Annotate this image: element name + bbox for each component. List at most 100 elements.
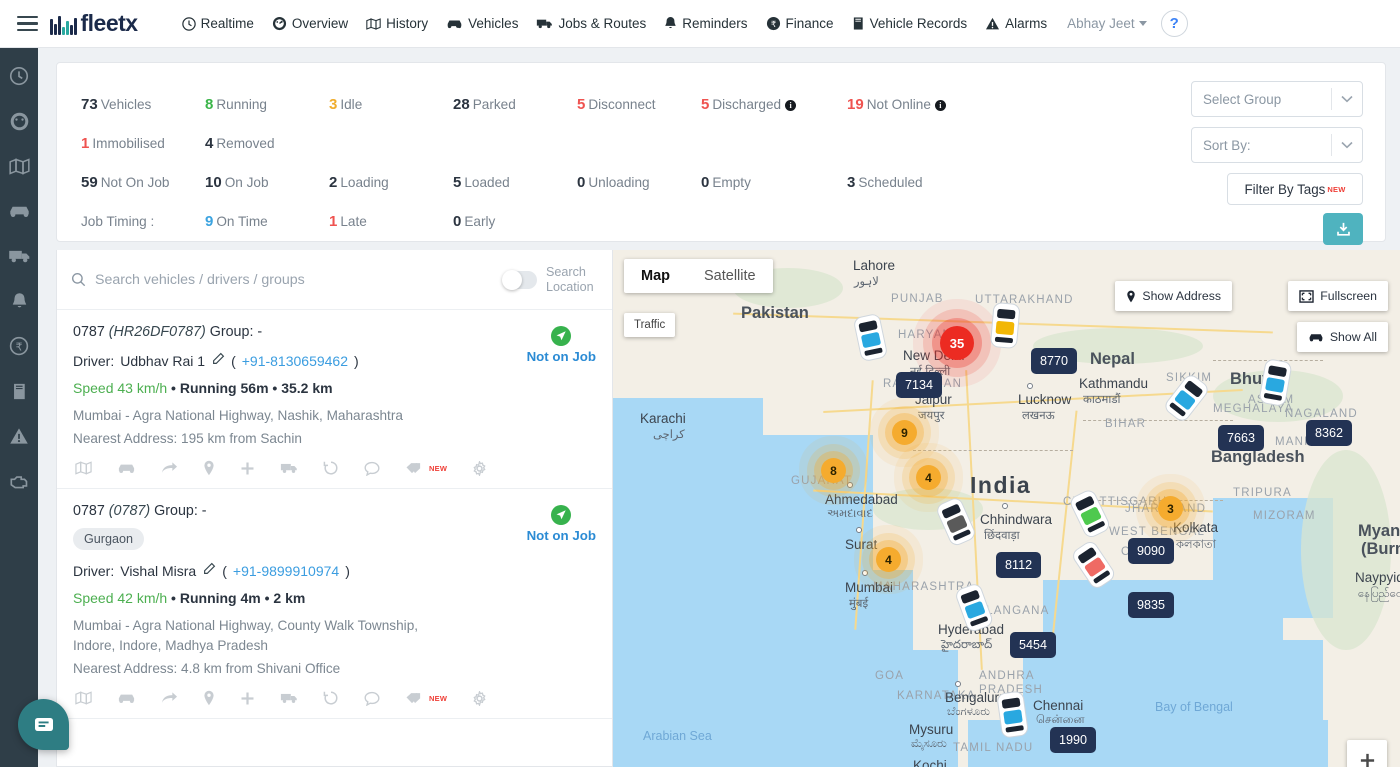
vehicle-list-item[interactable]: 0787 (HR26DF0787) Group: - Driver: Udbha… [57,310,612,489]
nav-item-jobs-routes[interactable]: Jobs & Routes [536,16,646,31]
traffic-button[interactable]: Traffic [624,313,676,337]
map-vehicle-plate[interactable]: 8362 [1306,420,1353,446]
stat-on-job[interactable]: 10 On Job [205,174,329,191]
select-group-dropdown[interactable]: Select Group [1191,81,1363,117]
nav-item-alarms[interactable]: Alarms [985,16,1047,31]
fleet-map[interactable]: Lahore لاہور Pakistan PUNJAB UTTARAKHAND… [613,250,1400,767]
map-type-map[interactable]: Map [624,259,687,293]
map-vehicle-plate[interactable]: 1990 [1050,727,1097,753]
stat-early[interactable]: 0 Early [453,213,577,230]
hamburger-menu-icon[interactable] [8,15,46,32]
stat-empty[interactable]: 0 Empty [701,174,847,191]
map-type-satellite[interactable]: Satellite [687,259,773,293]
map-icon[interactable] [75,691,92,705]
stat-loading[interactable]: 2 Loading [329,174,453,191]
car-icon[interactable] [117,692,136,705]
pin-icon[interactable] [203,460,215,476]
map-vehicle-plate[interactable]: 8770 [1031,348,1078,374]
sidebar-item-finance[interactable]: ₹ [7,334,31,358]
nav-item-reminders[interactable]: Reminders [664,16,748,31]
map-vehicle-plate[interactable]: 8112 [996,552,1042,578]
search-location-toggle[interactable] [502,269,537,290]
truck-icon[interactable] [280,691,298,705]
share-arrow-icon[interactable] [161,691,178,705]
map-vehicle-plate[interactable]: 7663 [1218,425,1265,451]
plus-icon[interactable] [240,461,255,476]
history-icon[interactable] [323,690,339,706]
sidebar-item-vehicles[interactable] [7,199,31,223]
stat-running[interactable]: 8 Running [205,96,329,113]
sidebar-item-realtime[interactable] [7,64,31,88]
car-icon[interactable] [117,462,136,475]
stat-unloading[interactable]: 0 Unloading [577,174,701,191]
map-icon[interactable] [75,461,92,475]
nav-item-overview[interactable]: Overview [272,16,348,31]
map-vehicle-marker[interactable] [989,301,1021,354]
nav-item-finance[interactable]: ₹ Finance [766,16,834,31]
stat-parked[interactable]: 28 Parked [453,96,577,113]
map-vehicle-plate[interactable]: 5454 [1010,632,1057,658]
map-cluster[interactable]: 8 [821,458,846,483]
map-vehicle-plate[interactable]: 9835 [1128,592,1175,618]
comment-icon[interactable] [364,691,380,706]
map-cluster[interactable]: 3 [1158,496,1183,521]
map-cluster[interactable]: 35 [940,326,974,360]
stat-vehicles[interactable]: 73 Vehicles [81,96,205,113]
sidebar-item-engine[interactable] [7,469,31,493]
map-cluster[interactable]: 9 [892,420,917,445]
nav-item-vehicle-records[interactable]: Vehicle Records [852,16,967,31]
edit-driver-icon[interactable] [202,562,216,579]
stat-scheduled[interactable]: 3 Scheduled [847,174,971,191]
sidebar-item-alarms[interactable] [7,424,31,448]
sidebar-item-vehicle-records[interactable] [7,379,31,403]
tag-icon[interactable] [405,691,422,705]
map-vehicle-plate[interactable]: 9090 [1128,538,1175,564]
edit-driver-icon[interactable] [211,352,225,369]
map-vehicle-plate[interactable]: 7134 [896,372,943,398]
tag-icon[interactable] [405,461,422,475]
map-cluster[interactable]: 4 [876,547,901,572]
stat-not-on-job[interactable]: 59 Not On Job [81,174,205,191]
sort-by-dropdown[interactable]: Sort By: [1191,127,1363,163]
filter-by-tags-button[interactable]: Filter By Tags NEW [1227,173,1363,205]
zoom-in-button[interactable] [1347,740,1387,767]
show-all-button[interactable]: Show All [1296,322,1388,352]
plus-icon[interactable] [240,691,255,706]
fullscreen-button[interactable]: Fullscreen [1288,281,1388,311]
stat-loaded[interactable]: 5 Loaded [453,174,577,191]
brand-logo[interactable]: fleetx [50,10,138,37]
help-button[interactable]: ? [1160,10,1188,37]
search-input[interactable] [95,271,503,288]
sidebar-item-reminders[interactable] [7,289,31,313]
stat-immobilised[interactable]: 1 Immobilised [81,135,205,152]
gear-icon[interactable] [472,460,487,476]
sidebar-item-history[interactable] [7,154,31,178]
pin-icon[interactable] [203,690,215,706]
stat-late[interactable]: 1 Late [329,213,453,230]
nav-item-history[interactable]: History [366,16,428,31]
user-menu[interactable]: Abhay Jeet [1067,16,1147,31]
chat-widget-button[interactable] [18,699,69,750]
comment-icon[interactable] [364,461,380,476]
download-button[interactable] [1323,213,1363,245]
stat-idle[interactable]: 3 Idle [329,96,453,113]
sidebar-item-jobs-routes[interactable] [7,244,31,268]
stat-not-online[interactable]: 19 Not Online i [847,96,971,113]
history-icon[interactable] [323,460,339,476]
share-arrow-icon[interactable] [161,461,178,475]
sidebar-item-overview[interactable] [7,109,31,133]
vehicle-list-item[interactable]: 0787 (0787) Group: - Gurgaon Driver: Vis… [57,489,612,719]
stat-removed[interactable]: 4 Removed [205,135,329,152]
nav-item-realtime[interactable]: Realtime [181,16,254,31]
driver-phone-link[interactable]: +91-9899910974 [233,563,339,579]
gear-icon[interactable] [472,690,487,706]
stat-on-time[interactable]: 9 On Time [205,213,329,230]
nav-item-vehicles[interactable]: Vehicles [446,16,518,31]
show-address-button[interactable]: Show Address [1115,281,1232,311]
stat-discharged[interactable]: 5 Discharged i [701,96,847,113]
info-icon[interactable]: i [934,100,946,111]
info-icon[interactable]: i [785,100,797,111]
driver-phone-link[interactable]: +91-8130659462 [242,353,348,369]
map-cluster[interactable]: 4 [916,465,941,490]
vehicle-tag[interactable]: Gurgaon [73,528,145,550]
